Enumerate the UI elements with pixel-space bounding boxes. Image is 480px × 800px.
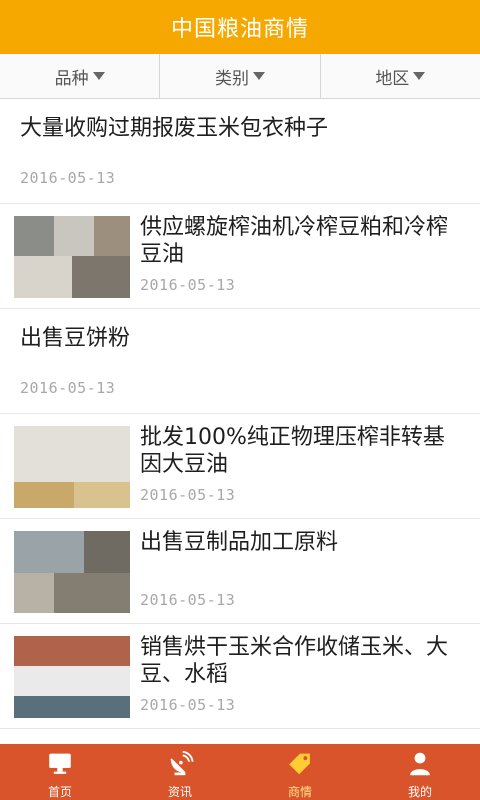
filter-category-label: 类别 (214, 68, 249, 89)
list-item[interactable]: 销售烘干玉米合作收储玉米、大豆、水稻 2016-05-13 (0, 624, 480, 729)
caret-down-icon (413, 72, 426, 80)
item-thumbnail (14, 216, 130, 298)
item-date: 2016-05-13 (20, 379, 116, 397)
list-item[interactable]: 供应螺旋榨油机冷榨豆粕和冷榨豆油 2016-05-13 (0, 204, 480, 309)
tab-home-label: 首页 (47, 785, 72, 799)
user-icon (410, 752, 430, 776)
item-thumbnail (14, 636, 130, 718)
tab-market[interactable]: 商情 (240, 744, 360, 800)
tag-icon (289, 753, 310, 775)
item-title: 供应螺旋榨油机冷榨豆粕和冷榨豆油 (140, 215, 449, 267)
tab-market-label: 商情 (287, 785, 312, 799)
caret-down-icon (252, 72, 265, 80)
item-date: 2016-05-13 (140, 276, 236, 294)
item-title: 大量收购过期报废玉米包衣种子 (20, 116, 329, 141)
list-item[interactable]: 大量收购过期报废玉米包衣种子 2016-05-13 (0, 99, 480, 204)
filter-region-label: 地区 (375, 68, 410, 89)
caret-down-icon (92, 72, 105, 80)
filter-region[interactable]: 地区 (321, 54, 480, 98)
item-thumbnail (14, 531, 130, 613)
satellite-dish-icon (170, 750, 194, 776)
tab-news-label: 资讯 (167, 785, 192, 799)
tab-profile-label: 我的 (407, 785, 432, 799)
item-date: 2016-05-13 (20, 169, 116, 187)
list-item[interactable]: 出售豆饼粉 2016-05-13 (0, 309, 480, 414)
filter-bar: 品种 类别 地区 (0, 54, 480, 99)
item-title: 出售豆制品加工原料 (140, 530, 339, 555)
item-date: 2016-05-13 (140, 486, 236, 504)
filter-variety[interactable]: 品种 (0, 54, 161, 98)
item-date: 2016-05-13 (140, 696, 236, 714)
filter-category[interactable]: 类别 (160, 54, 321, 98)
listing-list: 大量收购过期报废玉米包衣种子 2016-05-13 供应螺旋榨油机冷榨豆粕和冷榨… (0, 99, 480, 744)
list-item[interactable]: 批发100%纯正物理压榨非转基因大豆油 2016-05-13 (0, 414, 480, 519)
app-header: 中国粮油商情 (0, 0, 480, 54)
item-title: 出售豆饼粉 (20, 326, 131, 351)
monitor-icon (49, 753, 71, 774)
item-thumbnail (14, 426, 130, 508)
tab-home[interactable]: 首页 (0, 744, 120, 800)
tab-profile[interactable]: 我的 (360, 744, 480, 800)
item-title: 批发100%纯正物理压榨非转基因大豆油 (140, 425, 445, 477)
filter-variety-label: 品种 (54, 68, 89, 89)
list-item[interactable]: 出售豆制品加工原料 2016-05-13 (0, 519, 480, 624)
bottom-tab-bar: 首页 资讯 商情 我的 (0, 744, 480, 800)
tab-news[interactable]: 资讯 (120, 744, 240, 800)
page-title: 中国粮油商情 (170, 17, 309, 42)
item-date: 2016-05-13 (140, 591, 236, 609)
item-title: 销售烘干玉米合作收储玉米、大豆、水稻 (140, 635, 449, 687)
